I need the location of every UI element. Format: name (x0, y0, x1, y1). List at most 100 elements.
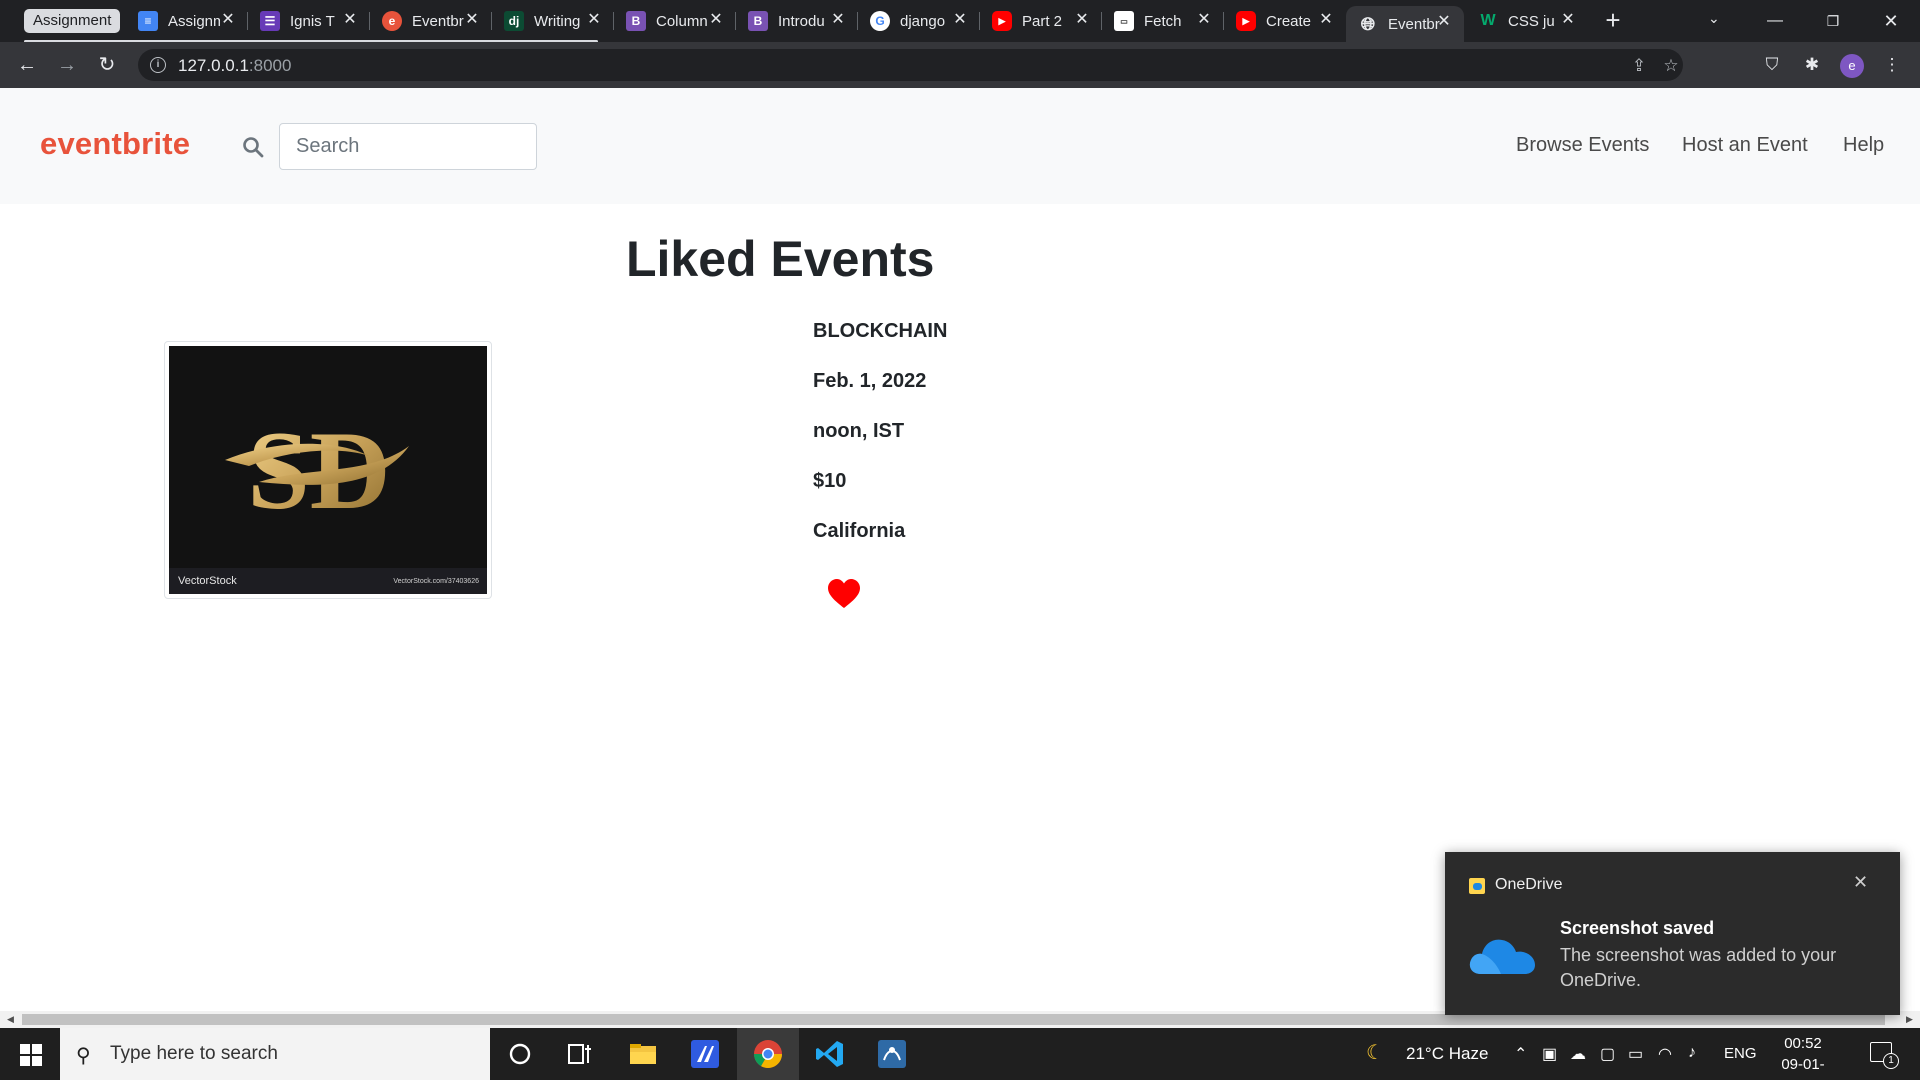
tab-title: Assignm (168, 12, 220, 30)
taskbar-search-box[interactable]: ⚲ Type here to search (60, 1028, 490, 1080)
brand-logo[interactable]: eventbrite (40, 126, 190, 162)
clock-time: 00:52 (1784, 1035, 1822, 1052)
close-icon[interactable]: ✕ (706, 10, 726, 30)
restore-icon[interactable]: ❐ (1810, 6, 1856, 36)
weather-text[interactable]: 21°C Haze (1406, 1044, 1488, 1064)
notification-close-icon[interactable]: ✕ (1853, 872, 1868, 893)
tab-django-search[interactable]: G django ✕ (858, 6, 980, 36)
tray-chevron-up-icon[interactable]: ⌃ (1514, 1044, 1527, 1064)
nav-browse-events[interactable]: Browse Events (1516, 134, 1649, 157)
notification-body: The screenshot was added to your OneDriv… (1560, 945, 1837, 990)
w3schools-icon: W (1480, 12, 1496, 29)
eventbrite-icon: e (382, 11, 402, 31)
tab-search-chevron-icon[interactable]: ⌄ (1708, 10, 1720, 27)
search-input[interactable] (279, 123, 537, 170)
tab-columns[interactable]: B Column ✕ (614, 6, 736, 36)
bootstrap-icon: B (626, 11, 646, 31)
scroll-left-icon[interactable]: ◀ (7, 1014, 14, 1025)
tab-title: Writing (534, 12, 581, 30)
chrome-icon[interactable] (752, 1038, 784, 1070)
windows-taskbar: ⚲ Type here to search ☾ 21°C Haze ⌃ ▣ ☁ (0, 1028, 1920, 1080)
heart-icon[interactable] (827, 578, 861, 610)
event-image[interactable]: SD VectorStock VectorStock.com/37403626 (164, 341, 492, 599)
close-icon[interactable]: ✕ (1434, 12, 1454, 32)
close-icon[interactable]: ✕ (340, 10, 360, 30)
event-date: Feb. 1, 2022 (813, 370, 927, 392)
meet-now-icon[interactable]: ▣ (1542, 1044, 1557, 1064)
app-icon[interactable] (689, 1038, 721, 1070)
tab-title: Part 2 (1022, 12, 1063, 30)
cortana-icon[interactable] (504, 1038, 536, 1070)
info-icon[interactable]: i (150, 57, 166, 73)
extensions-puzzle-icon[interactable]: ✱ (1800, 53, 1824, 77)
browser-tab-strip: Assignment ≡ Assignm ✕ ☰ Ignis T ✕ e Eve… (0, 0, 1920, 43)
vscode-icon[interactable] (814, 1038, 846, 1070)
scrollbar-thumb[interactable] (22, 1014, 1885, 1025)
shield-extension-icon[interactable]: ⛉ (1760, 53, 1784, 77)
tab-group-label[interactable]: Assignment (24, 9, 121, 33)
tab-css[interactable]: W CSS ju ✕ (1466, 6, 1588, 36)
address-bar[interactable]: i 127.0.0.1:8000 ⇪ ☆ (138, 49, 1683, 81)
tab-create[interactable]: ▶ Create ✕ (1224, 6, 1346, 36)
nav-help[interactable]: Help (1843, 134, 1884, 157)
tab-ignis[interactable]: ☰ Ignis T ✕ (248, 6, 370, 36)
close-icon[interactable]: ✕ (1072, 10, 1092, 30)
database-tool-icon[interactable] (876, 1038, 908, 1070)
page-title: Liked Events (626, 231, 935, 287)
globe-icon: 🌐︎ (1360, 13, 1376, 34)
volume-icon[interactable]: ♪ (1688, 1044, 1696, 1062)
tab-fetch[interactable]: ▭ Fetch ✕ (1102, 6, 1224, 36)
tab-title: Fetch (1144, 12, 1182, 30)
tab-eventbrite-active[interactable]: 🌐︎ Eventbr ✕ (1346, 6, 1464, 42)
browser-toolbar: ← → ↻ i 127.0.0.1:8000 ⇪ ☆ ⛉ ✱ e ⋮ (0, 42, 1920, 88)
task-view-icon[interactable] (564, 1038, 596, 1070)
cloud-icon (1469, 939, 1535, 974)
wifi-icon[interactable]: ◠ (1658, 1044, 1672, 1064)
taskbar-clock[interactable]: 00:52 09-01-2022 (1768, 1033, 1838, 1080)
close-icon[interactable]: ✕ (584, 10, 604, 30)
tab-part2[interactable]: ▶ Part 2 ✕ (980, 6, 1102, 36)
url-port: :8000 (248, 56, 292, 75)
close-icon[interactable]: ✕ (828, 10, 848, 30)
profile-avatar[interactable]: e (1840, 54, 1864, 78)
address-url: 127.0.0.1:8000 (178, 56, 291, 76)
close-icon[interactable]: ✕ (218, 10, 238, 30)
tab-writing[interactable]: dj Writing ✕ (492, 6, 614, 36)
battery-icon[interactable]: ▭ (1628, 1044, 1643, 1064)
bookmark-star-icon[interactable]: ☆ (1660, 55, 1682, 77)
close-icon[interactable]: ✕ (1316, 10, 1336, 30)
close-icon[interactable]: ✕ (950, 10, 970, 30)
close-icon[interactable]: ✕ (462, 10, 482, 30)
youtube-icon: ▶ (1236, 11, 1256, 31)
close-icon[interactable]: ✕ (1194, 10, 1214, 30)
taskbar-search-placeholder: Type here to search (110, 1043, 278, 1064)
display-icon[interactable]: ▢ (1600, 1044, 1615, 1064)
close-icon[interactable]: ✕ (1558, 10, 1578, 30)
tab-eventbrite-1[interactable]: e Eventbr ✕ (370, 6, 492, 36)
bootstrap-icon: B (748, 11, 768, 31)
browser-menu-icon[interactable]: ⋮ (1880, 53, 1904, 77)
tab-title: Eventbr (1388, 15, 1440, 33)
tab-introduction[interactable]: B Introdu ✕ (736, 6, 858, 36)
back-arrow-icon[interactable]: ← (14, 52, 40, 78)
windows-start-icon[interactable] (20, 1044, 42, 1066)
new-tab-button[interactable]: + (1600, 7, 1626, 34)
onedrive-notification[interactable]: OneDrive ✕ Screenshot saved The screensh… (1445, 852, 1900, 1015)
forward-arrow-icon[interactable]: → (54, 52, 80, 78)
tab-assignment[interactable]: ≡ Assignm ✕ (126, 6, 248, 36)
clock-date: 09-01-2022 (1781, 1056, 1825, 1080)
onedrive-tray-icon[interactable]: ☁ (1570, 1044, 1586, 1064)
minimize-icon[interactable]: — (1752, 6, 1798, 36)
nav-host-event[interactable]: Host an Event (1682, 134, 1808, 157)
language-indicator[interactable]: ENG (1724, 1045, 1757, 1062)
youtube-icon: ▶ (992, 11, 1012, 31)
window-close-icon[interactable]: ✕ (1868, 6, 1914, 36)
reload-icon[interactable]: ↻ (94, 52, 120, 78)
share-icon[interactable]: ⇪ (1628, 55, 1650, 77)
tab-title: Ignis T (290, 12, 335, 30)
event-location: California (813, 520, 906, 542)
file-explorer-icon[interactable] (627, 1038, 659, 1070)
scroll-right-icon[interactable]: ▶ (1906, 1014, 1913, 1025)
notification-center-icon[interactable]: 1 (1870, 1042, 1899, 1069)
weather-moon-icon[interactable]: ☾ (1366, 1040, 1384, 1065)
